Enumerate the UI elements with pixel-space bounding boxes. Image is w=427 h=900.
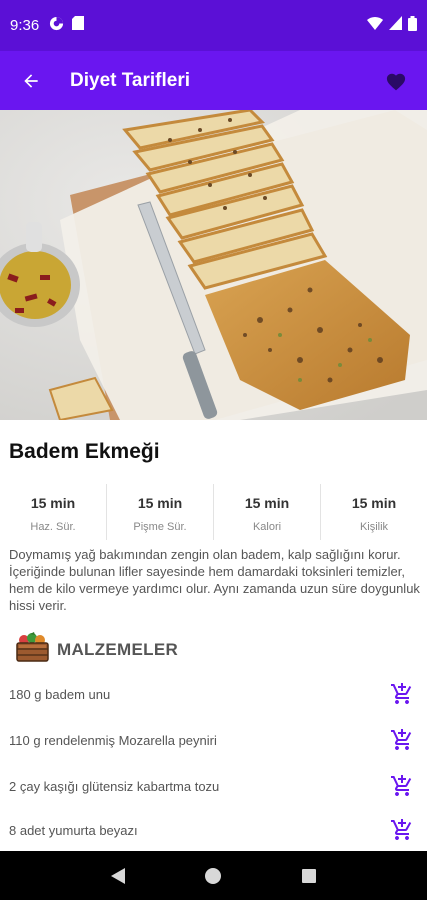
recipe-title: Badem Ekmeği	[9, 440, 160, 463]
add-shopping-cart-icon	[391, 729, 412, 750]
status-bar: 9:36	[0, 0, 427, 51]
recipe-image	[0, 110, 427, 420]
signal-icon	[389, 16, 402, 35]
stat-servings: 15 min Kişilik	[321, 484, 427, 540]
favorite-button[interactable]	[383, 68, 409, 94]
status-time: 9:36	[10, 17, 40, 34]
stat-prep-time: 15 min Haz. Sür.	[0, 484, 107, 540]
add-shopping-cart-icon	[391, 775, 412, 796]
stat-label: Haz. Sür.	[30, 521, 76, 533]
ingredient-text: 8 adet yumurta beyazı	[9, 822, 138, 838]
section-title: MALZEMELER	[57, 639, 179, 659]
heart-icon	[386, 73, 406, 90]
back-button[interactable]	[18, 68, 44, 94]
system-nav-bar	[0, 851, 427, 900]
nav-back-button[interactable]	[103, 861, 133, 891]
ingredient-item: 110 g rendelenmiş Mozarella peyniri	[0, 718, 427, 762]
battery-icon	[408, 15, 417, 36]
stat-cook-time: 15 min Pişme Sür.	[107, 484, 214, 540]
nav-recents-button[interactable]	[294, 861, 324, 891]
square-recents-icon	[302, 868, 317, 883]
add-shopping-cart-icon	[391, 819, 412, 840]
stat-value: 15 min	[351, 495, 397, 511]
add-to-cart-button[interactable]	[387, 771, 417, 801]
nav-home-button[interactable]	[198, 861, 228, 891]
stat-calories: 15 min Kalori	[214, 484, 321, 540]
stat-value: 15 min	[137, 495, 183, 511]
ingredient-item: 8 adet yumurta beyazı	[0, 808, 427, 852]
stat-label: Pişme Sür.	[133, 521, 187, 533]
ingredient-item: 180 g badem unu	[0, 672, 427, 716]
recipe-stats: 15 min Haz. Sür. 15 min Pişme Sür. 15 mi…	[0, 484, 427, 540]
add-to-cart-button[interactable]	[387, 679, 417, 709]
data-saver-icon	[49, 16, 64, 36]
stat-label: Kişilik	[359, 521, 389, 533]
add-to-cart-button[interactable]	[387, 725, 417, 755]
arrow-back-icon	[24, 73, 38, 88]
stat-value: 15 min	[30, 495, 76, 511]
ingredients-header: MALZEMELER	[16, 632, 178, 667]
add-shopping-cart-icon	[391, 683, 412, 704]
recipe-description: Doymamış yağ bakımından zengin olan bade…	[9, 547, 420, 613]
ingredient-text: 110 g rendelenmiş Mozarella peyniri	[9, 732, 217, 748]
ingredient-text: 180 g badem unu	[9, 686, 111, 702]
stat-label: Kalori	[252, 521, 282, 533]
ingredient-text: 2 çay kaşığı glütensiz kabartma tozu	[9, 778, 220, 794]
page-title: Diyet Tarifleri	[70, 69, 191, 91]
app-bar: Diyet Tarifleri	[0, 51, 427, 110]
triangle-back-icon	[110, 867, 125, 884]
ingredient-item: 2 çay kaşığı glütensiz kabartma tozu	[0, 764, 427, 808]
wifi-icon	[367, 16, 383, 35]
add-to-cart-button[interactable]	[387, 815, 417, 845]
stat-value: 15 min	[244, 495, 290, 511]
circle-home-icon	[205, 867, 222, 884]
sd-card-icon	[72, 16, 85, 35]
vegetable-crate-icon	[16, 632, 49, 667]
